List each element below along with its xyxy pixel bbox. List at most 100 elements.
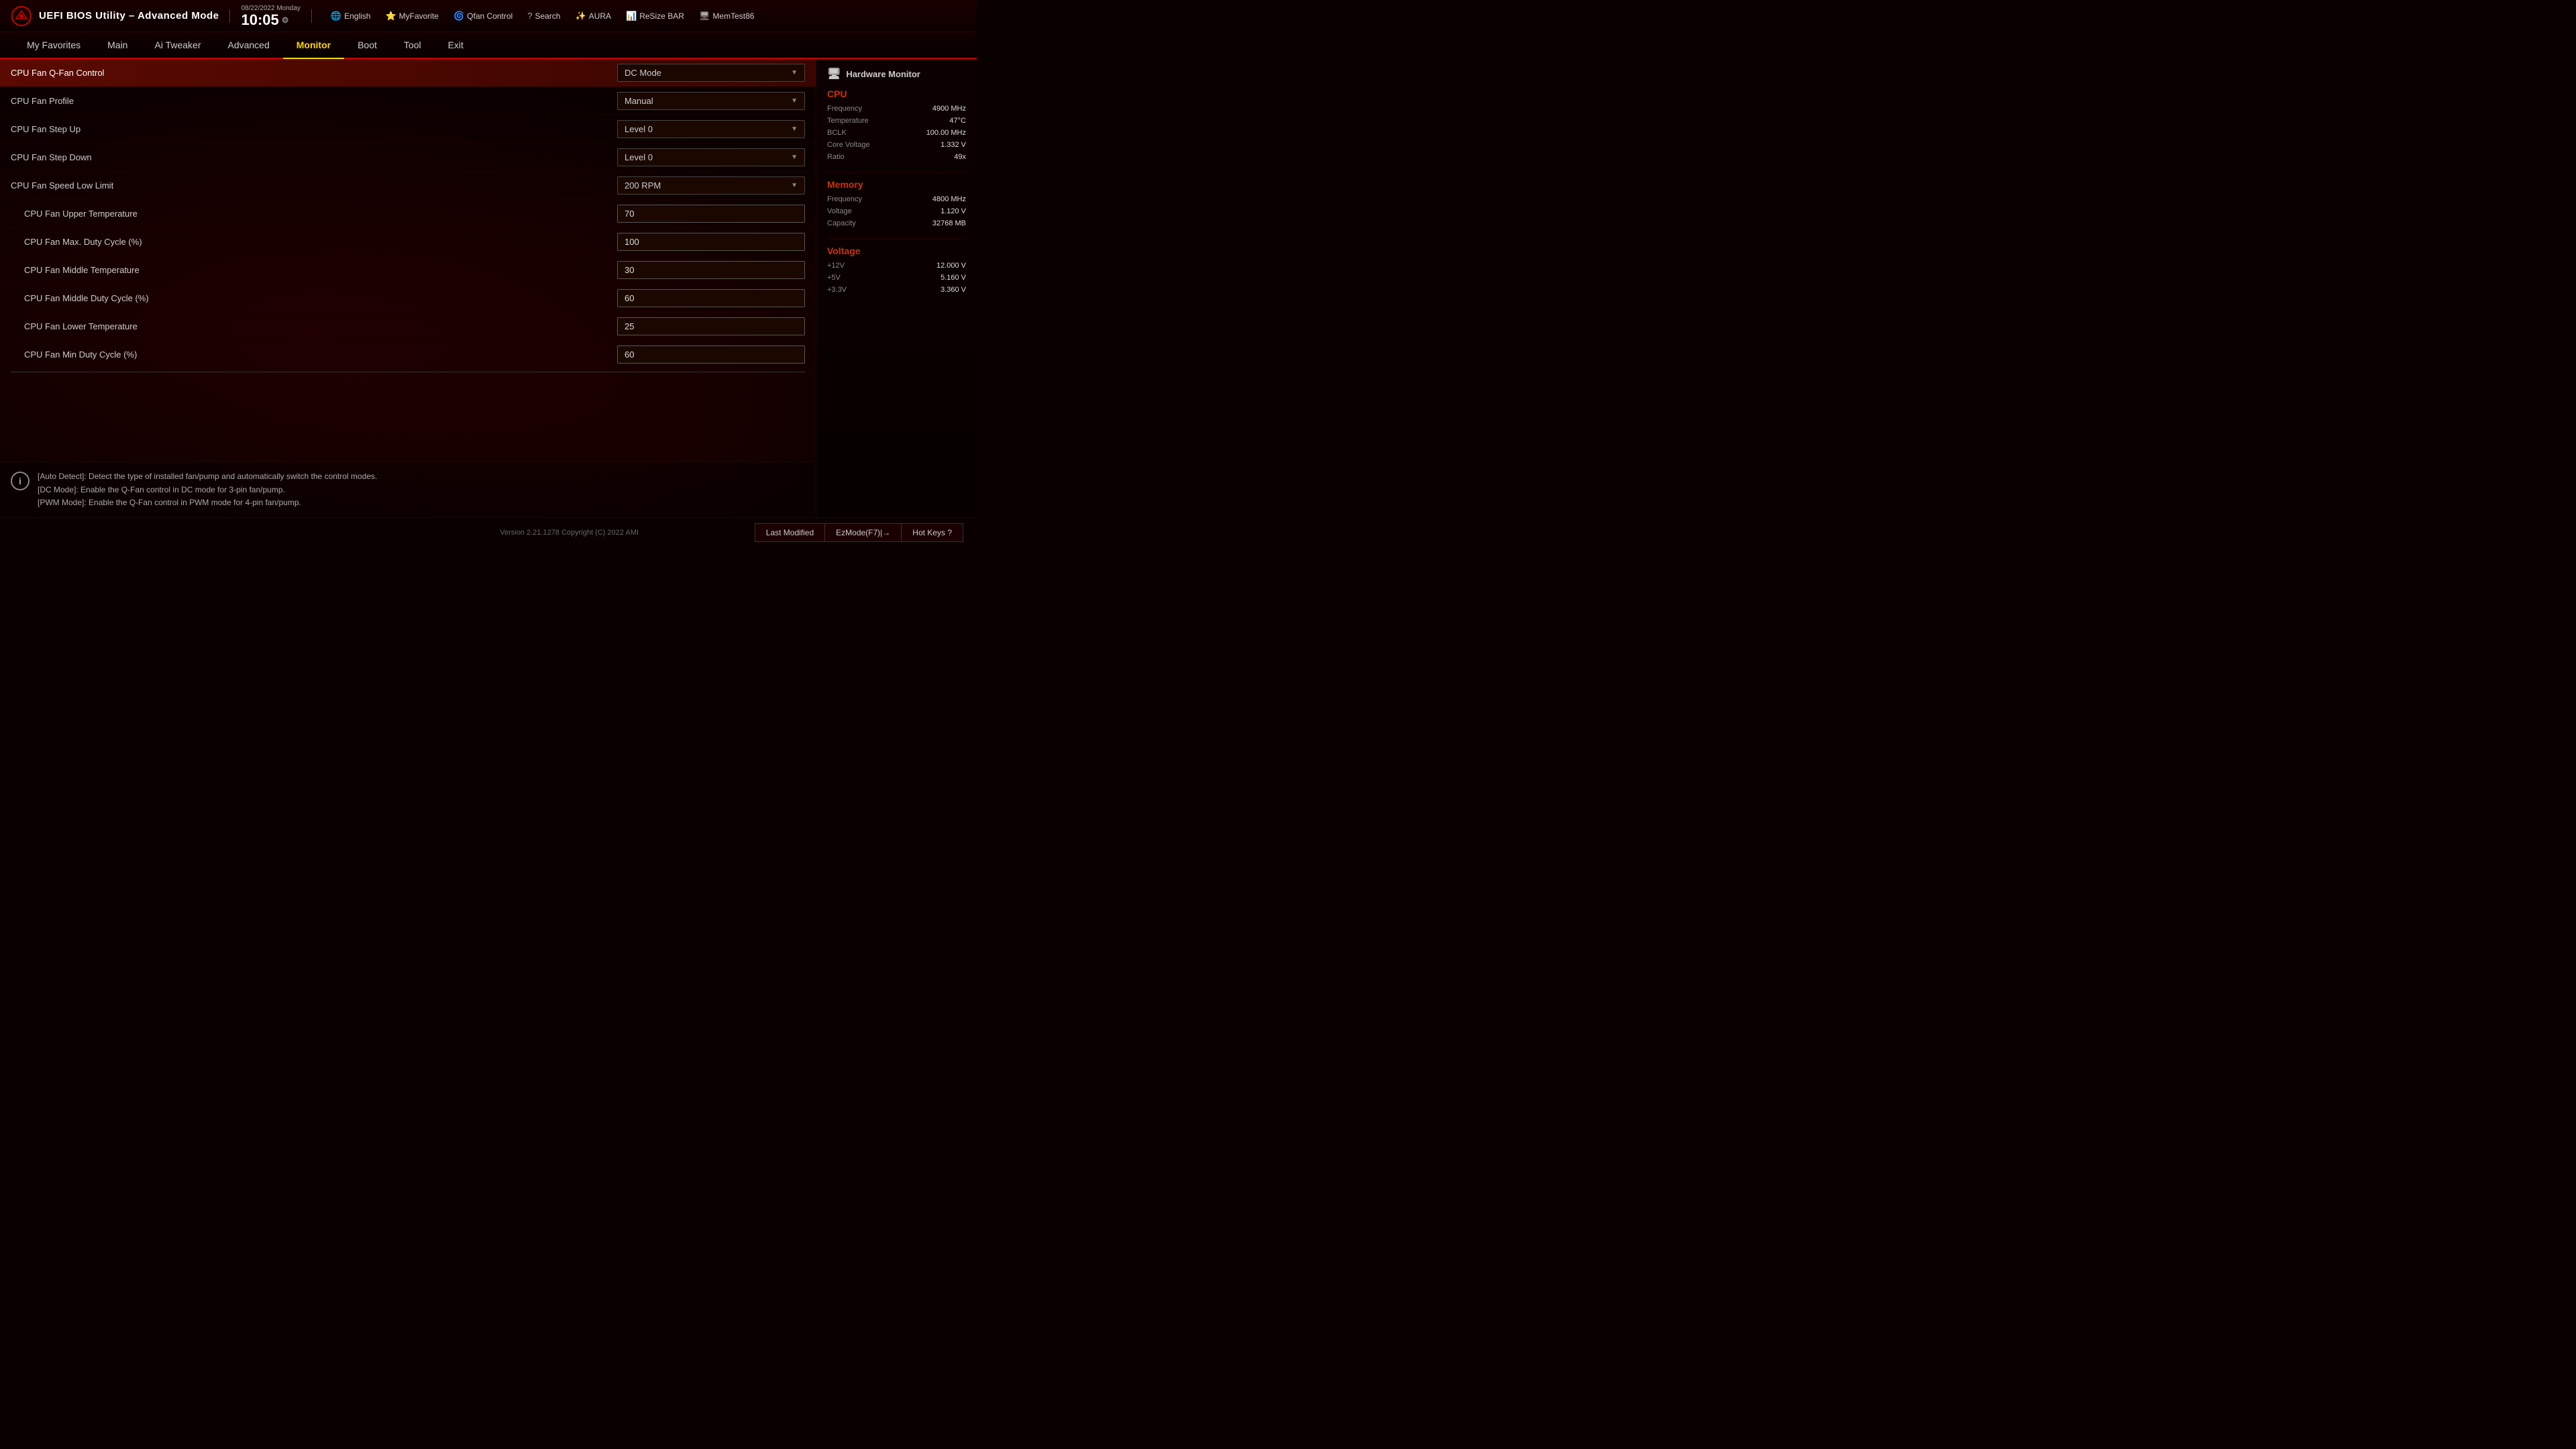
- action-myfavorite[interactable]: ⭐ MyFavorite: [382, 9, 441, 23]
- action-english[interactable]: 🌐 English: [328, 9, 374, 23]
- value-cpu-fan-qfan-control[interactable]: DC Mode ▼: [617, 64, 805, 82]
- label-cpu-fan-step-down: CPU Fan Step Down: [11, 152, 617, 162]
- row-cpu-fan-min-duty: CPU Fan Min Duty Cycle (%): [0, 341, 816, 369]
- globe-icon: 🌐: [331, 11, 341, 21]
- top-actions: 🌐 English ⭐ MyFavorite 🌀 Qfan Control ? …: [328, 9, 757, 23]
- action-aura[interactable]: ✨ AURA: [572, 9, 614, 23]
- value-cpu-fan-middle-duty[interactable]: [617, 289, 805, 307]
- hw-volt-33v-label: +3.3V: [827, 286, 847, 294]
- value-cpu-fan-profile[interactable]: Manual ▼: [617, 92, 805, 110]
- action-memtest[interactable]: 🖥 MemTest86: [696, 9, 757, 23]
- label-cpu-fan-upper-temp: CPU Fan Upper Temperature: [11, 209, 617, 219]
- asus-rog-logo: [11, 5, 32, 27]
- app-title: UEFI BIOS Utility – Advanced Mode: [39, 10, 219, 21]
- hw-cpu-freq-label: Frequency: [827, 105, 862, 113]
- resizebar-icon: 📊: [626, 11, 637, 21]
- action-resizebar[interactable]: 📊 ReSize BAR: [623, 9, 687, 23]
- value-cpu-fan-min-duty[interactable]: [617, 345, 805, 364]
- hw-volt-5v-row: +5V 5.160 V: [827, 274, 966, 282]
- search-label: Search: [535, 11, 560, 21]
- hw-cpu-ratio-row: Ratio 49x: [827, 153, 966, 161]
- nav-monitor[interactable]: Monitor: [283, 32, 344, 58]
- hw-cpu-corevolt-label: Core Voltage: [827, 141, 870, 149]
- hw-cpu-section: CPU Frequency 4900 MHz Temperature 47°C …: [827, 89, 966, 161]
- hw-cpu-ratio-value: 49x: [954, 153, 966, 161]
- info-line-1: [Auto Detect]: Detect the type of instal…: [38, 470, 377, 483]
- ezmode-button[interactable]: EzMode(F7)|→: [825, 523, 902, 542]
- row-cpu-fan-profile: CPU Fan Profile Manual ▼: [0, 87, 816, 115]
- dropdown-arrow5: ▼: [791, 182, 798, 189]
- hw-mem-cap-label: Capacity: [827, 219, 856, 227]
- hw-cpu-temp-label: Temperature: [827, 117, 869, 125]
- hw-divider2: [827, 238, 966, 239]
- hw-cpu-freq-value: 4900 MHz: [932, 105, 966, 113]
- dropdown-step-up-value: Level 0: [625, 124, 653, 134]
- action-qfan[interactable]: 🌀 Qfan Control: [451, 9, 515, 23]
- divider: [229, 9, 230, 23]
- hw-cpu-temp-row: Temperature 47°C: [827, 117, 966, 125]
- nav-bar: My Favorites Main Ai Tweaker Advanced Mo…: [0, 32, 977, 59]
- gear-icon[interactable]: ⚙: [282, 16, 289, 24]
- dropdown-step-down-value: Level 0: [625, 152, 653, 162]
- logo-area: UEFI BIOS Utility – Advanced Mode: [11, 5, 219, 27]
- nav-ai-tweaker[interactable]: Ai Tweaker: [141, 32, 214, 58]
- nav-advanced[interactable]: Advanced: [214, 32, 282, 58]
- top-bar: UEFI BIOS Utility – Advanced Mode 08/22/…: [0, 0, 977, 32]
- input-upper-temp[interactable]: [617, 205, 805, 223]
- last-modified-button[interactable]: Last Modified: [755, 523, 825, 542]
- dropdown-step-down[interactable]: Level 0 ▼: [617, 148, 805, 166]
- hw-cpu-bclk-value: 100.00 MHz: [926, 129, 966, 137]
- dropdown-arrow: ▼: [791, 69, 798, 76]
- memtest-icon: 🖥: [699, 11, 710, 21]
- hw-voltage-section: Voltage +12V 12.000 V +5V 5.160 V +3.3V …: [827, 246, 966, 294]
- input-middle-duty[interactable]: [617, 289, 805, 307]
- hw-mem-freq-row: Frequency 4800 MHz: [827, 195, 966, 203]
- row-cpu-fan-upper-temp: CPU Fan Upper Temperature: [0, 200, 816, 228]
- row-cpu-fan-max-duty: CPU Fan Max. Duty Cycle (%): [0, 228, 816, 256]
- fan-icon: 🌀: [453, 11, 464, 21]
- row-cpu-fan-lower-temp: CPU Fan Lower Temperature: [0, 313, 816, 341]
- value-cpu-fan-speed-low-limit[interactable]: 200 RPM ▼: [617, 176, 805, 195]
- hw-monitor-header: 🖥 Hardware Monitor: [827, 67, 966, 80]
- dropdown-fan-profile[interactable]: Manual ▼: [617, 92, 805, 110]
- info-text: [Auto Detect]: Detect the type of instal…: [38, 470, 377, 509]
- datetime: 08/22/2022 Monday 10:05 ⚙: [241, 4, 300, 28]
- input-max-duty[interactable]: [617, 233, 805, 251]
- main-area: CPU Fan Q-Fan Control DC Mode ▼ CPU Fan …: [0, 59, 977, 517]
- hot-keys-button[interactable]: Hot Keys ?: [902, 523, 963, 542]
- english-label: English: [344, 11, 370, 21]
- nav-boot[interactable]: Boot: [344, 32, 390, 58]
- nav-tool[interactable]: Tool: [390, 32, 435, 58]
- time-display: 10:05: [241, 13, 278, 28]
- nav-main[interactable]: Main: [94, 32, 141, 58]
- value-cpu-fan-upper-temp[interactable]: [617, 205, 805, 223]
- dropdown-step-up[interactable]: Level 0 ▼: [617, 120, 805, 138]
- input-lower-temp[interactable]: [617, 317, 805, 335]
- nav-my-favorites[interactable]: My Favorites: [13, 32, 94, 58]
- value-cpu-fan-max-duty[interactable]: [617, 233, 805, 251]
- row-cpu-fan-step-down: CPU Fan Step Down Level 0 ▼: [0, 144, 816, 172]
- hw-cpu-title: CPU: [827, 89, 966, 99]
- hw-memory-title: Memory: [827, 179, 966, 190]
- nav-exit[interactable]: Exit: [435, 32, 477, 58]
- dropdown-qfan-control[interactable]: DC Mode ▼: [617, 64, 805, 82]
- settings-list: CPU Fan Q-Fan Control DC Mode ▼ CPU Fan …: [0, 59, 816, 462]
- row-cpu-fan-step-up: CPU Fan Step Up Level 0 ▼: [0, 115, 816, 144]
- info-icon: i: [11, 472, 30, 490]
- action-search[interactable]: ? Search: [525, 9, 563, 22]
- hw-volt-5v-label: +5V: [827, 274, 841, 282]
- value-cpu-fan-lower-temp[interactable]: [617, 317, 805, 335]
- hw-mem-volt-row: Voltage 1.120 V: [827, 207, 966, 215]
- hw-mem-freq-value: 4800 MHz: [932, 195, 966, 203]
- memtest-label: MemTest86: [712, 11, 754, 21]
- myfavorite-label: MyFavorite: [399, 11, 439, 21]
- value-cpu-fan-step-down[interactable]: Level 0 ▼: [617, 148, 805, 166]
- dropdown-arrow4: ▼: [791, 154, 798, 161]
- value-cpu-fan-step-up[interactable]: Level 0 ▼: [617, 120, 805, 138]
- input-middle-temp[interactable]: [617, 261, 805, 279]
- hw-cpu-corevolt-value: 1.332 V: [941, 141, 966, 149]
- input-min-duty[interactable]: [617, 345, 805, 364]
- dropdown-speed-low-limit[interactable]: 200 RPM ▼: [617, 176, 805, 195]
- value-cpu-fan-middle-temp[interactable]: [617, 261, 805, 279]
- label-cpu-fan-qfan-control: CPU Fan Q-Fan Control: [11, 68, 617, 78]
